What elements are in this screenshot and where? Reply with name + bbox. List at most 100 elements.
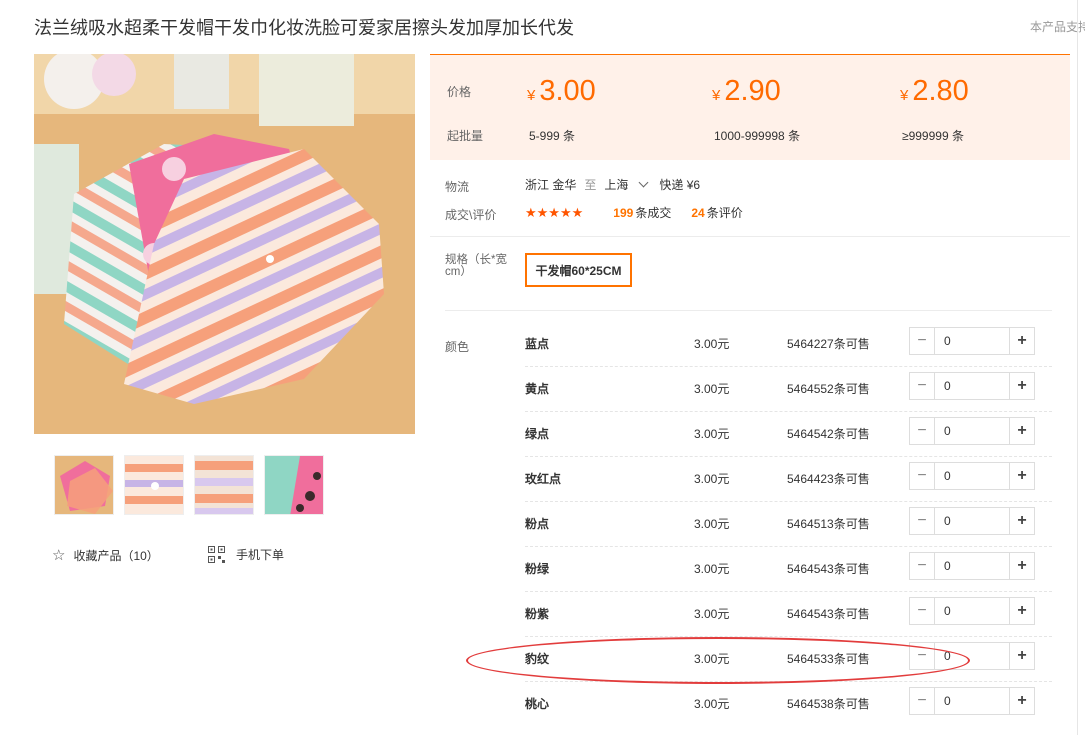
color-name: 绿点 [525, 427, 550, 441]
color-price: 3.00元 [694, 472, 730, 486]
quantity-stepper: −0 + [909, 417, 1035, 445]
decrement-button[interactable]: − [910, 688, 935, 714]
decrement-button[interactable]: − [910, 643, 935, 669]
increment-button[interactable]: + [1009, 643, 1034, 669]
express-fee: 快递 ¥6 [659, 178, 701, 192]
increment-button[interactable]: + [1009, 508, 1034, 534]
color-name: 黄点 [525, 382, 550, 396]
quantity-stepper: −0 + [909, 552, 1035, 580]
deals-unit[interactable]: 条成交 [635, 204, 671, 221]
color-name: 蓝点 [525, 337, 550, 351]
decrement-button[interactable]: − [910, 508, 935, 534]
quantity-stepper: −0 + [909, 642, 1035, 670]
color-stock: 5464533条可售 [787, 652, 870, 666]
moq-tier-2: 1000-999998 条 [714, 129, 801, 143]
trade-label: 成交\评价 [445, 208, 497, 222]
color-row: 蓝点 3.00元 5464227条可售 −0 + [525, 322, 1052, 367]
moq-tier-1: 5-999 条 [529, 129, 576, 143]
color-price: 3.00元 [694, 652, 730, 666]
increment-button[interactable]: + [1009, 373, 1034, 399]
reviews-count[interactable]: 24 [691, 206, 704, 220]
color-stock: 5464513条可售 [787, 517, 870, 531]
price-tier-1: ¥3.00 [527, 75, 596, 107]
color-stock: 5464542条可售 [787, 427, 870, 441]
logistics-info: 浙江 金华 至 上海 快递 ¥6 [525, 176, 700, 193]
quantity-input[interactable]: 0 [935, 418, 1009, 444]
color-price: 3.00元 [694, 382, 730, 396]
decrement-button[interactable]: − [910, 418, 935, 444]
decrement-button[interactable]: − [910, 553, 935, 579]
quantity-stepper: −0 + [909, 597, 1035, 625]
quantity-input[interactable]: 0 [935, 598, 1009, 624]
color-label: 颜色 [445, 340, 470, 354]
quantity-input[interactable]: 0 [935, 643, 1009, 669]
price-tier-2: ¥2.90 [712, 75, 781, 107]
color-name: 桃心 [525, 697, 550, 711]
increment-button[interactable]: + [1009, 463, 1034, 489]
increment-button[interactable]: + [1009, 598, 1034, 624]
mobile-order-label: 手机下单 [236, 548, 285, 562]
color-row: 粉点 3.00元 5464513条可售 −0 + [525, 502, 1052, 547]
color-row: 绿点 3.00元 5464542条可售 −0 + [525, 412, 1052, 457]
price-label: 价格 [447, 85, 472, 99]
spec-option-button[interactable]: 干发帽60*25CM [525, 253, 632, 287]
quantity-stepper: −0 + [909, 462, 1035, 490]
moq-label: 起批量 [447, 129, 484, 143]
trade-info: ★★★★★ 199 条成交 24 条评价 [525, 204, 743, 221]
thumbnail[interactable] [264, 455, 324, 515]
color-name: 粉紫 [525, 607, 550, 621]
main-product-image[interactable] [34, 54, 415, 434]
star-outline-icon: ☆ [52, 547, 66, 564]
color-price: 3.00元 [694, 562, 730, 576]
quantity-input[interactable]: 0 [935, 553, 1009, 579]
increment-button[interactable]: + [1009, 688, 1034, 714]
price-tier-3: ¥2.80 [900, 75, 969, 107]
color-stock: 5464423条可售 [787, 472, 870, 486]
increment-button[interactable]: + [1009, 418, 1034, 444]
color-price: 3.00元 [694, 697, 730, 711]
color-row: 黄点 3.00元 5464552条可售 −0 + [525, 367, 1052, 412]
color-price: 3.00元 [694, 607, 730, 621]
quantity-stepper: −0 + [909, 687, 1035, 715]
quantity-input[interactable]: 0 [935, 328, 1009, 354]
color-stock: 5464543条可售 [787, 607, 870, 621]
increment-button[interactable]: + [1009, 328, 1034, 354]
ship-to-select[interactable]: 上海 [604, 176, 628, 193]
thumbnail[interactable] [124, 455, 184, 515]
page-title: 法兰绒吸水超柔干发帽干发巾化妆洗脸可爱家居擦头发加厚加长代发 [34, 18, 574, 38]
quantity-stepper: −0 + [909, 372, 1035, 400]
color-row: 粉绿 3.00元 5464543条可售 −0 + [525, 547, 1052, 592]
color-row: 玫红点 3.00元 5464423条可售 −0 + [525, 457, 1052, 502]
price-panel: 价格 起批量 ¥3.00 5-999 条 ¥2.90 1000-999998 条… [430, 54, 1070, 160]
decrement-button[interactable]: − [910, 328, 935, 354]
color-price: 3.00元 [694, 427, 730, 441]
favorite-button[interactable]: ☆ 收藏产品（10） [52, 546, 159, 564]
logistics-label: 物流 [445, 180, 470, 194]
thumbnail[interactable] [54, 455, 114, 515]
decrement-button[interactable]: − [910, 463, 935, 489]
deals-count[interactable]: 199 [613, 206, 633, 220]
color-stock: 5464552条可售 [787, 382, 870, 396]
mobile-order-button[interactable]: 手机下单 [208, 546, 284, 563]
chevron-down-icon[interactable] [638, 177, 649, 188]
decrement-button[interactable]: − [910, 598, 935, 624]
color-stock: 5464543条可售 [787, 562, 870, 576]
increment-button[interactable]: + [1009, 553, 1034, 579]
quantity-input[interactable]: 0 [935, 373, 1009, 399]
quantity-input[interactable]: 0 [935, 508, 1009, 534]
thumbnail[interactable] [194, 455, 254, 515]
color-name: 豹纹 [525, 652, 550, 666]
quantity-input[interactable]: 0 [935, 688, 1009, 714]
color-stock: 5464538条可售 [787, 697, 870, 711]
decrement-button[interactable]: − [910, 373, 935, 399]
color-stock: 5464227条可售 [787, 337, 870, 351]
color-row: 桃心 3.00元 5464538条可售 −0 + [525, 682, 1052, 727]
color-price: 3.00元 [694, 517, 730, 531]
color-row: 粉紫 3.00元 5464543条可售 −0 + [525, 592, 1052, 637]
quantity-stepper: −0 + [909, 507, 1035, 535]
reviews-unit[interactable]: 条评价 [707, 204, 743, 221]
quantity-stepper: −0 + [909, 327, 1035, 355]
moq-tier-3: ≥999999 条 [902, 129, 964, 143]
quantity-input[interactable]: 0 [935, 463, 1009, 489]
rating-stars: ★★★★★ [525, 204, 584, 220]
